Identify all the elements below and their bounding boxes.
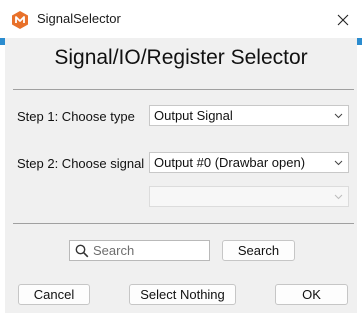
close-icon	[337, 14, 349, 26]
search-button[interactable]: Search	[222, 240, 295, 261]
sub-signal-select	[149, 186, 349, 207]
signal-select-value: Output #0 (Drawbar open)	[154, 155, 306, 170]
ok-button[interactable]: OK	[275, 284, 348, 305]
search-icon	[75, 244, 89, 258]
signal-selector-window: SignalSelector Signal/IO/Register Select…	[0, 0, 362, 318]
window-title: SignalSelector	[37, 11, 121, 26]
divider-bottom	[13, 223, 354, 224]
cancel-button[interactable]: Cancel	[18, 284, 90, 305]
type-select-value: Output Signal	[154, 108, 233, 123]
dialog-heading: Signal/IO/Register Selector	[54, 46, 308, 69]
step2-label: Step 2: Choose signal	[17, 156, 145, 171]
chevron-down-icon	[334, 160, 343, 166]
window-bottom-edge	[0, 313, 362, 318]
dialog-body: Signal/IO/Register Selector Step 1: Choo…	[5, 38, 357, 313]
search-input[interactable]	[93, 242, 205, 259]
signal-select[interactable]: Output #0 (Drawbar open)	[149, 152, 349, 173]
app-logo-icon	[12, 11, 28, 29]
select-nothing-button[interactable]: Select Nothing	[129, 284, 236, 305]
chevron-down-icon	[334, 194, 343, 200]
type-select[interactable]: Output Signal	[149, 105, 349, 126]
step1-label: Step 1: Choose type	[17, 109, 135, 124]
divider-top	[13, 89, 354, 90]
close-button[interactable]	[326, 4, 360, 36]
chevron-down-icon	[334, 113, 343, 119]
search-field[interactable]	[69, 240, 210, 261]
title-bar: SignalSelector	[0, 0, 362, 38]
